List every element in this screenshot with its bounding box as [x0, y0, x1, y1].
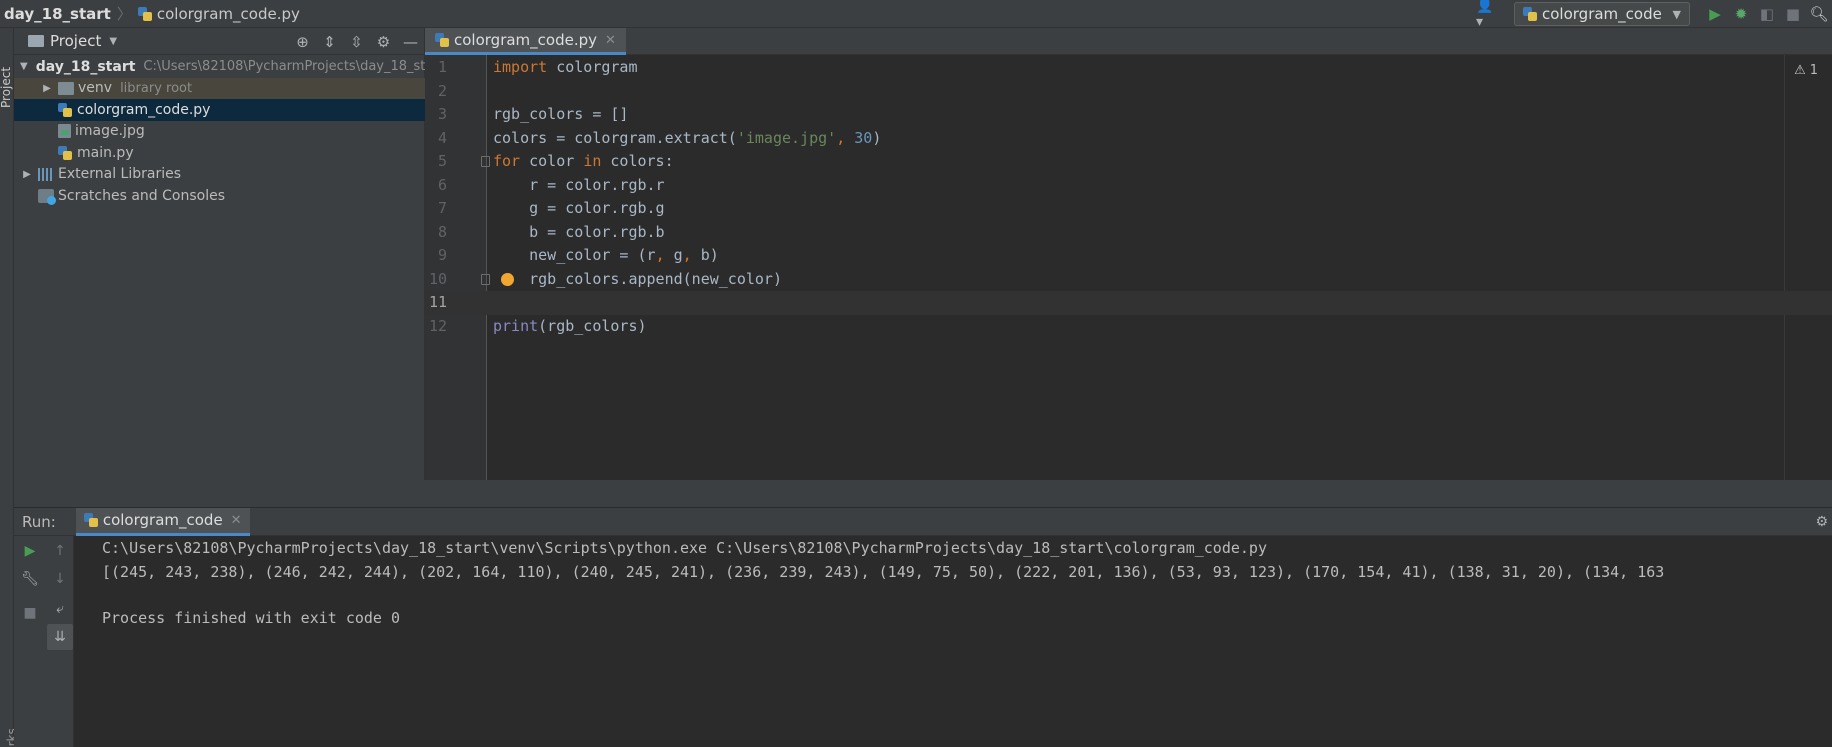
project-folder-icon: [28, 35, 44, 47]
play-icon[interactable]: ▶: [1702, 3, 1728, 25]
close-icon[interactable]: ✕: [231, 513, 242, 528]
tree-item-label: External Libraries: [58, 166, 181, 183]
minimize-icon[interactable]: —: [397, 28, 424, 55]
python-file-icon: [435, 33, 449, 47]
project-panel: Project ▼ ⊕ ⇕ ⇳ ⚙ — ▼ day_18_start C:\Us…: [14, 28, 425, 507]
project-panel-tools: ⊕ ⇕ ⇳ ⚙ —: [289, 28, 424, 55]
code-line: 8 b = color.rgb.b: [437, 222, 665, 241]
console-line-output: [(245, 243, 238), (246, 242, 244), (202,…: [102, 563, 1665, 581]
project-tool-button[interactable]: Project: [0, 67, 13, 108]
fold-icon[interactable]: [481, 156, 490, 167]
wrench-icon[interactable]: 🔧︎: [17, 566, 43, 592]
tree-item-day-18-start[interactable]: ▼ day_18_start C:\Users\82108\PycharmPro…: [14, 56, 425, 78]
breadcrumb-project[interactable]: day_18_start: [0, 5, 111, 23]
breadcrumb-file-label: colorgram_code.py: [156, 4, 300, 23]
project-tree: ▼ day_18_start C:\Users\82108\PycharmPro…: [14, 56, 425, 207]
run-console[interactable]: C:\Users\82108\PycharmProjects\day_18_st…: [74, 536, 1832, 747]
chevron-down-icon[interactable]: ▼: [109, 36, 117, 47]
tree-item-hint: library root: [120, 80, 193, 96]
python-file-icon: [58, 145, 72, 160]
coverage-icon[interactable]: ◧: [1754, 3, 1780, 25]
scroll-to-end-icon[interactable]: ⇊: [47, 624, 73, 650]
python-file-icon: [58, 102, 72, 117]
debug-icon[interactable]: ✹: [1728, 3, 1754, 25]
console-line-command: C:\Users\82108\PycharmProjects\day_18_st…: [102, 539, 1267, 557]
left-tool-strip: Project arks: [0, 28, 19, 747]
chevron-right-icon[interactable]: ▶: [40, 83, 54, 94]
user-icon[interactable]: 👤▾: [1476, 0, 1498, 30]
tree-item-scratches[interactable]: ▶ Scratches and Consoles: [14, 185, 425, 207]
expand-all-icon[interactable]: ⇕: [316, 28, 343, 55]
project-panel-title[interactable]: Project: [50, 32, 101, 50]
tree-item-label: venv: [78, 80, 113, 97]
scroll-up-icon[interactable]: ↑: [47, 538, 73, 564]
tree-item-image-jpg[interactable]: ▶ image.jpg: [14, 121, 425, 143]
code-line: 1 import colorgram: [437, 58, 638, 76]
tree-item-main-py[interactable]: ▶ main.py: [14, 142, 425, 164]
python-file-icon: [137, 6, 152, 21]
chevron-right-icon[interactable]: ▶: [20, 169, 34, 180]
console-line-exit: Process finished with exit code 0: [102, 609, 401, 627]
panel-splitter[interactable]: [14, 480, 1832, 507]
breadcrumb-file[interactable]: colorgram_code.py: [137, 4, 300, 23]
breadcrumb-separator-icon: 〉: [116, 5, 132, 23]
folder-icon: [58, 81, 74, 95]
code-line: 5 for color in colors:: [437, 152, 674, 170]
run-tab-label: colorgram_code: [102, 511, 223, 529]
toolbar-right: 👤▾ colorgram_code ▼ ▶ ✹ ◧ ■ 🔍︎: [1476, 0, 1832, 30]
rerun-icon[interactable]: ▶: [17, 538, 43, 564]
stop-icon[interactable]: ■: [17, 600, 43, 626]
search-icon[interactable]: 🔍︎: [1806, 3, 1832, 25]
scratches-icon: [38, 188, 56, 205]
tree-item-label: colorgram_code.py: [77, 101, 211, 118]
run-toolbar: ▶ ↑ 🔧︎ ↓ ■ ⤶ ⇊: [14, 536, 74, 747]
run-panel-label: Run:: [22, 512, 56, 531]
python-file-icon: [83, 513, 98, 527]
tree-item-venv[interactable]: ▶ venv library root: [14, 77, 425, 99]
soft-wrap-icon[interactable]: ⤶: [47, 596, 73, 622]
close-icon[interactable]: ✕: [605, 33, 616, 48]
code-line: 3 rgb_colors = []: [437, 105, 629, 123]
tree-item-path: C:\Users\82108\PycharmProjects\day_18_st…: [143, 59, 425, 75]
code-line: 2: [437, 81, 447, 100]
code-line: 12 print(rgb_colors): [428, 316, 647, 335]
gear-icon[interactable]: ⚙: [370, 28, 397, 55]
code-editor[interactable]: ⚠ 1 1 import colorgram 2 3 rgb_colors = []…: [425, 55, 1832, 480]
python-file-icon: [1523, 7, 1537, 21]
tree-item-label: Scratches and Consoles: [58, 187, 225, 204]
run-configuration-label: colorgram_code: [1542, 5, 1662, 23]
code-line-current: 11: [425, 291, 1832, 315]
tab-colorgram-code[interactable]: colorgram_code.py ✕: [425, 28, 626, 55]
code-line: 4 colors = colorgram.extract('image.jpg',…: [437, 128, 882, 147]
tree-item-label: main.py: [77, 144, 134, 161]
navigation-bar: day_18_start 〉 colorgram_code.py 👤▾ colo…: [0, 0, 1832, 30]
chevron-down-icon: ▼: [1672, 7, 1681, 21]
code-line: 10 rgb_colors.append(new_color): [428, 269, 782, 288]
chevron-down-icon[interactable]: ▼: [20, 61, 28, 72]
tree-item-external-libraries[interactable]: ▶ External Libraries: [14, 164, 425, 186]
gear-icon[interactable]: ⚙: [1815, 514, 1828, 530]
collapse-all-icon[interactable]: ⇳: [343, 28, 370, 55]
library-icon: [38, 167, 54, 181]
fold-icon[interactable]: [481, 273, 490, 285]
code-line: 6 r = color.rgb.r: [437, 175, 665, 194]
image-file-icon: [58, 124, 71, 139]
tree-item-colorgram-code[interactable]: ▶ colorgram_code.py: [14, 99, 425, 121]
run-panel-header: Run: colorgram_code ✕ ⚙: [14, 507, 1832, 536]
locate-icon[interactable]: ⊕: [289, 28, 316, 55]
tab-run-colorgram-code[interactable]: colorgram_code ✕: [75, 507, 250, 536]
tree-item-label: image.jpg: [75, 123, 145, 140]
tab-label: colorgram_code.py: [454, 31, 598, 49]
editor-tab-bar: colorgram_code.py ✕: [425, 28, 1832, 55]
tree-item-label: day_18_start: [35, 58, 136, 75]
code-line: 9 new_color = (r, g, b): [437, 246, 719, 264]
stop-icon[interactable]: ■: [1780, 3, 1806, 25]
run-configuration-select[interactable]: colorgram_code ▼: [1514, 2, 1690, 26]
code-line: 7 g = color.rgb.g: [437, 199, 665, 217]
project-panel-header: Project ▼ ⊕ ⇕ ⇳ ⚙ —: [14, 28, 424, 55]
scroll-down-icon[interactable]: ↓: [47, 566, 73, 592]
